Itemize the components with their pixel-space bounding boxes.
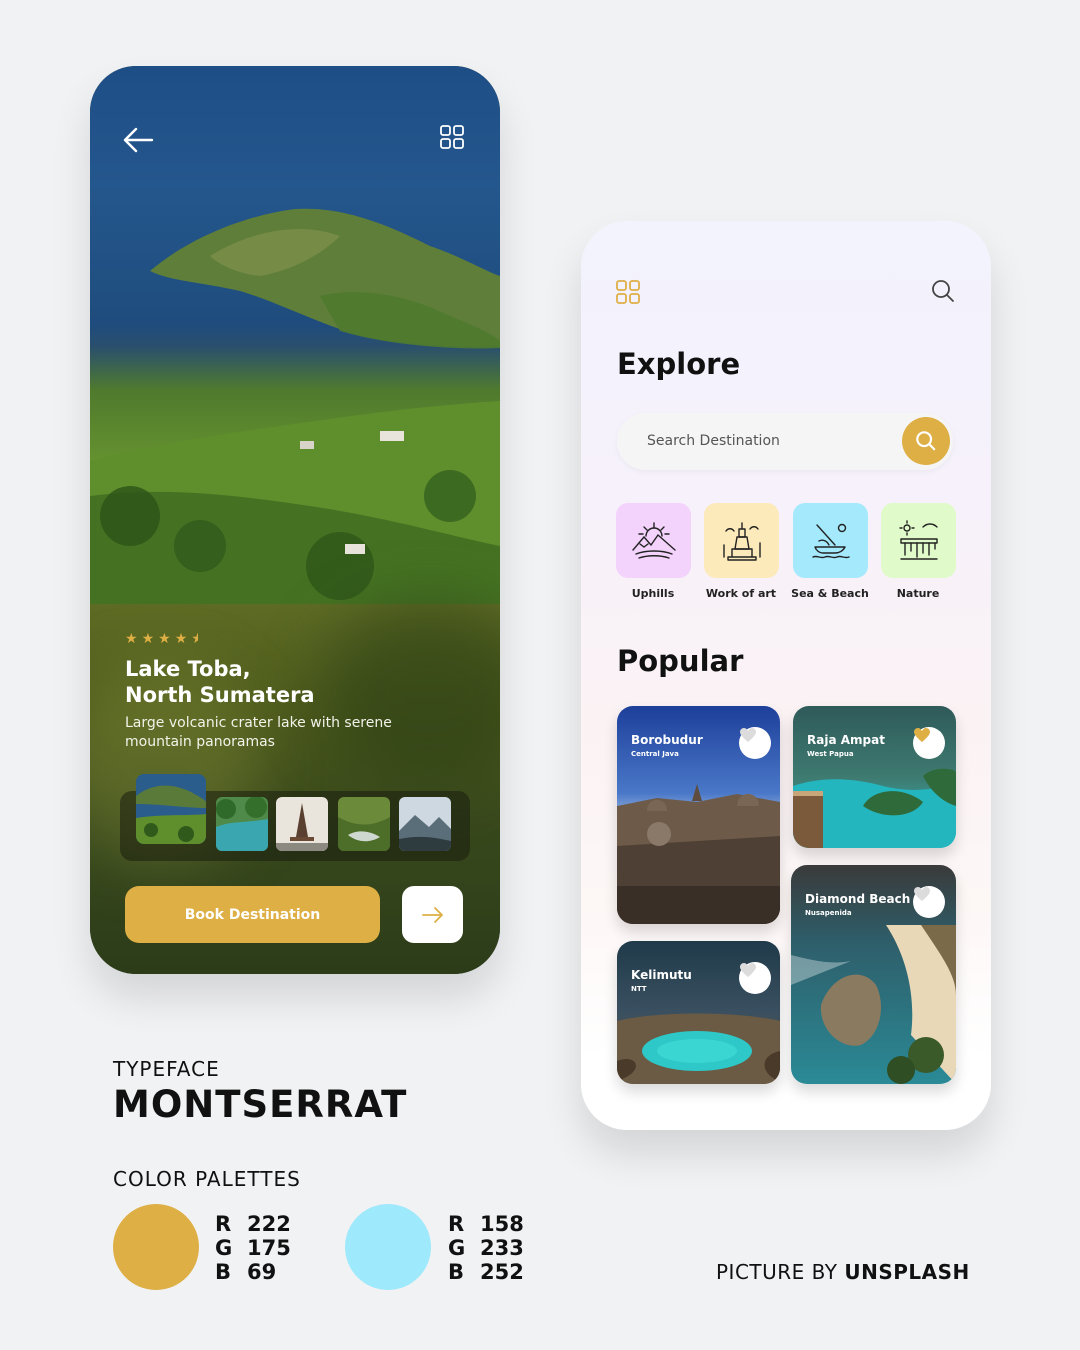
card-subtitle: Nusapenida <box>805 909 852 917</box>
rgb-key: B <box>448 1260 465 1284</box>
favorite-button[interactable] <box>739 962 771 994</box>
favorite-button-active[interactable] <box>913 727 945 759</box>
search-placeholder: Search Destination <box>647 433 780 449</box>
search-button[interactable] <box>902 417 950 465</box>
rgb-key: G <box>215 1236 233 1260</box>
mountain-sun-icon <box>631 521 676 559</box>
rgb-value: 222 <box>247 1212 291 1236</box>
card-raja-ampat[interactable]: Raja Ampat West Papua <box>793 706 956 848</box>
typeface-label: TYPEFACE <box>113 1057 220 1081</box>
place-title: Lake Toba, North Sumatera <box>125 656 425 708</box>
credit-prefix: PICTURE BY <box>716 1260 845 1284</box>
thumbnail-mountain[interactable] <box>399 797 451 851</box>
rgb-value: 158 <box>480 1212 524 1236</box>
place-description: Large volcanic crater lake with serene m… <box>125 715 392 750</box>
heart-icon <box>914 887 930 901</box>
explore-title: Explore <box>617 347 741 381</box>
detail-screen: ★ ★ ★ ★ ★ Lake Toba, North Sumatera Larg… <box>90 66 500 974</box>
card-title: Kelimutu <box>631 968 692 982</box>
favorite-button[interactable] <box>913 886 945 918</box>
rgb-value: 69 <box>247 1260 277 1284</box>
heart-filled-icon <box>914 728 930 742</box>
star-icon: ★ <box>174 631 189 647</box>
card-title: Raja Ampat <box>807 733 885 747</box>
thumbnail-valley[interactable] <box>338 797 390 851</box>
rgb-key: R <box>448 1212 465 1236</box>
next-button[interactable] <box>402 886 463 943</box>
place-title-line1: Lake Toba, <box>125 657 251 681</box>
card-subtitle: Central Java <box>631 750 679 758</box>
category-nature[interactable] <box>881 503 956 578</box>
rgb-value: 252 <box>480 1260 524 1284</box>
palette-label: COLOR PALETTES <box>113 1167 301 1191</box>
swatch-gold <box>113 1204 199 1290</box>
search-icon[interactable] <box>931 279 955 303</box>
category-label: Uphills <box>631 587 675 600</box>
category-sea-beach[interactable] <box>793 503 868 578</box>
rgb-values-gold: R 222 G 175 B 69 <box>215 1212 291 1284</box>
half-star-icon: ★ <box>191 631 198 647</box>
book-destination-button[interactable]: Book Destination <box>125 886 380 943</box>
rating-stars: ★ ★ ★ ★ ★ <box>125 631 198 647</box>
card-borobudur[interactable]: Borobudur Central Java <box>617 706 780 924</box>
waterfall-icon <box>898 519 938 560</box>
card-diamond-beach[interactable]: Diamond Beach Nusapenida <box>791 865 956 1084</box>
star-icon: ★ <box>125 631 139 647</box>
heart-icon <box>740 963 756 977</box>
place-title-line2: North Sumatera <box>125 683 315 707</box>
typeface-name: MONTSERRAT <box>113 1083 408 1126</box>
category-work-of-art[interactable] <box>704 503 779 578</box>
popular-title: Popular <box>617 644 744 678</box>
category-label: Work of art <box>705 587 777 600</box>
category-label: Sea & Beach <box>791 587 869 600</box>
rgb-value: 233 <box>480 1236 524 1260</box>
search-icon <box>916 431 936 451</box>
card-subtitle: NTT <box>631 985 647 993</box>
card-subtitle: West Papua <box>807 750 854 758</box>
star-icon: ★ <box>158 631 172 647</box>
thumbnail-lake-toba[interactable] <box>136 774 206 844</box>
favorite-button[interactable] <box>739 727 771 759</box>
search-input[interactable]: Search Destination <box>617 413 953 470</box>
credit-source: UNSPLASH <box>844 1260 970 1284</box>
explore-screen: Explore Search Destination Uphills Work … <box>581 221 991 1130</box>
card-kelimutu[interactable]: Kelimutu NTT <box>617 941 780 1084</box>
boat-icon <box>811 523 850 558</box>
grid-icon[interactable] <box>440 125 464 149</box>
arrow-right-icon <box>421 906 443 923</box>
category-label: Nature <box>896 587 940 600</box>
card-title: Diamond Beach <box>805 892 911 906</box>
swatch-blue <box>345 1204 431 1290</box>
category-uphills[interactable] <box>616 503 691 578</box>
rgb-value: 175 <box>247 1236 291 1260</box>
rgb-key: B <box>215 1260 232 1284</box>
rgb-key: R <box>215 1212 232 1236</box>
thumbnail-temple[interactable] <box>276 797 328 851</box>
monument-icon <box>722 521 761 561</box>
arrow-left-icon[interactable] <box>122 126 154 154</box>
rgb-values-blue: R 158 G 233 B 252 <box>448 1212 524 1284</box>
thumbnail-lagoon[interactable] <box>216 797 268 851</box>
rgb-key: G <box>448 1236 466 1260</box>
photo-credit: PICTURE BY UNSPLASH <box>716 1260 970 1284</box>
star-icon: ★ <box>141 631 156 647</box>
grid-icon[interactable] <box>616 280 640 304</box>
card-title: Borobudur <box>631 733 703 747</box>
heart-icon <box>740 728 756 742</box>
